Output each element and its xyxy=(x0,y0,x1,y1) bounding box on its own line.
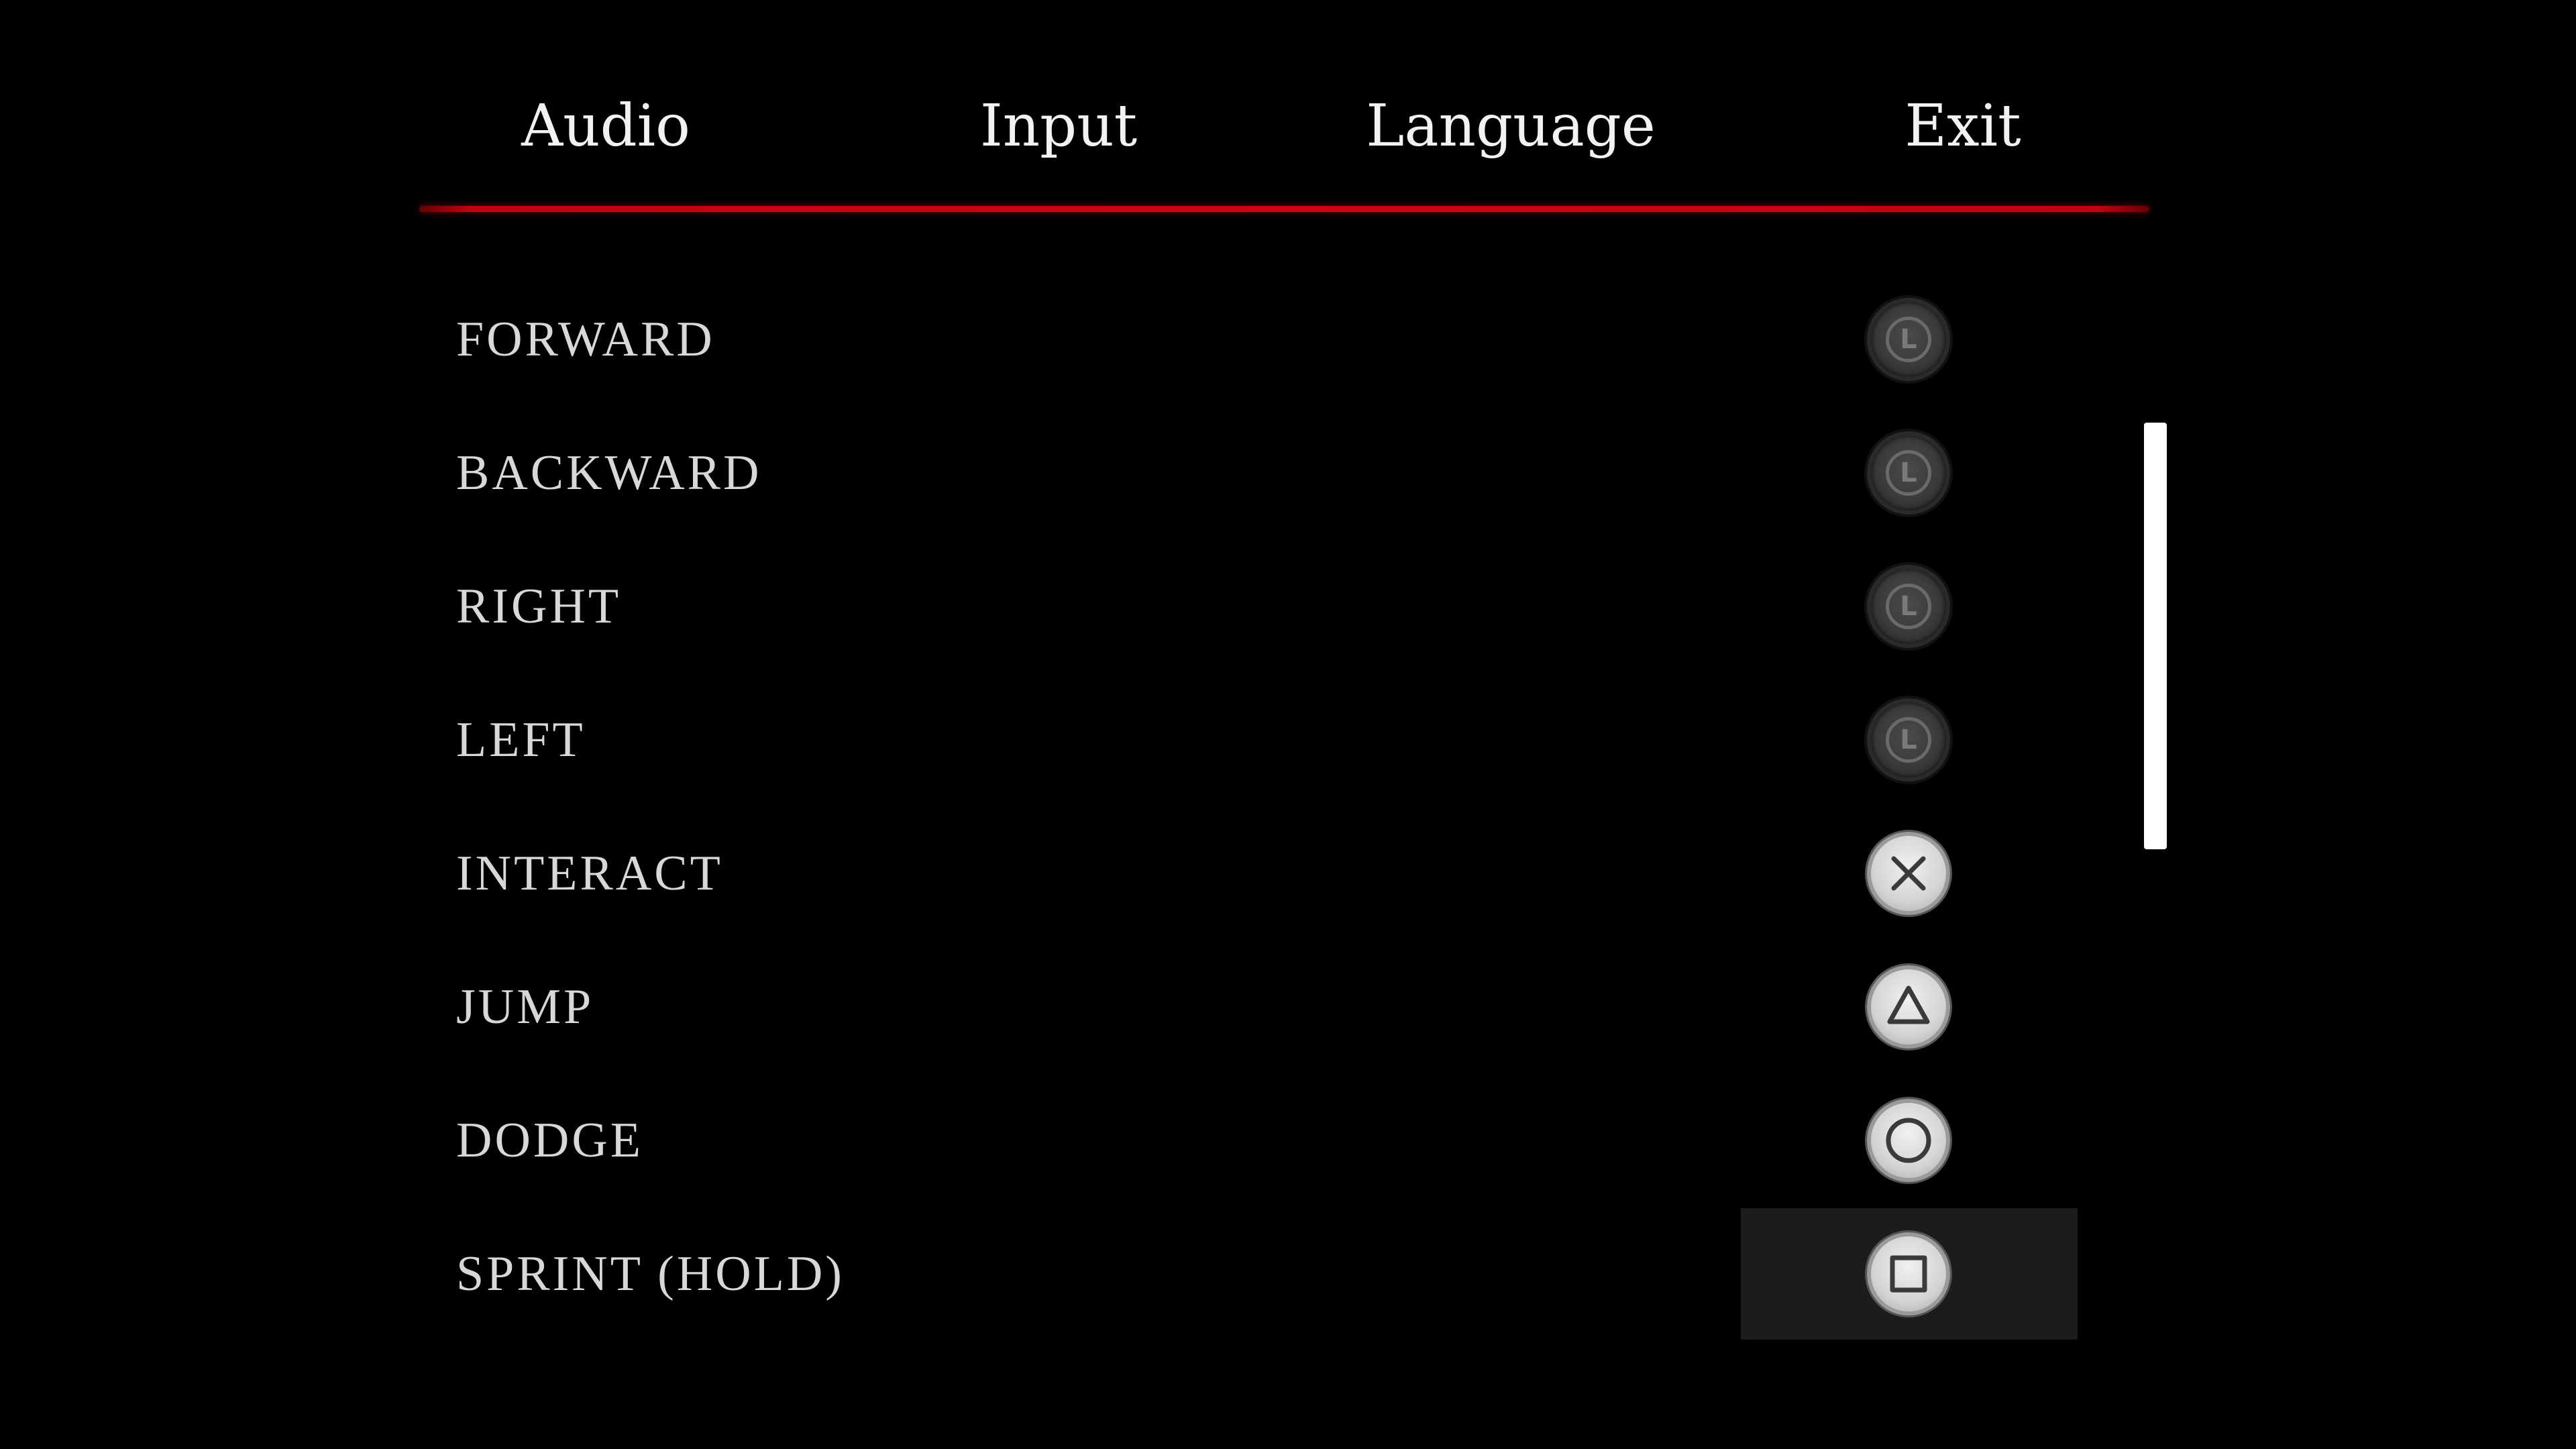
binding-button-cell[interactable] xyxy=(1741,1075,2078,1206)
binding-button-cell-selected[interactable] xyxy=(1741,1208,2078,1340)
triangle-button-icon xyxy=(1867,965,1950,1049)
cross-glyph xyxy=(1891,856,1926,891)
binding-row-right[interactable]: RIGHT L xyxy=(456,553,2133,660)
binding-row-dodge[interactable]: DODGE xyxy=(456,1087,2133,1194)
binding-button-cell[interactable]: L xyxy=(1741,274,2078,405)
square-button-icon xyxy=(1867,1232,1950,1316)
triangle-glyph xyxy=(1887,985,1930,1024)
scrollbar[interactable] xyxy=(2144,423,2167,849)
stick-glyph: L xyxy=(1886,317,1931,362)
scrollbar-thumb[interactable] xyxy=(2144,423,2167,849)
binding-action-label: DODGE xyxy=(456,1113,643,1168)
left-stick-icon: L xyxy=(1867,565,1950,648)
binding-button-cell[interactable]: L xyxy=(1741,674,2078,806)
left-stick-icon: L xyxy=(1867,698,1950,782)
binding-row-left[interactable]: LEFT L xyxy=(456,686,2133,794)
binding-row-backward[interactable]: BACKWARD L xyxy=(456,419,2133,527)
binding-action-label: BACKWARD xyxy=(456,445,762,500)
binding-row-sprint-hold[interactable]: SPRINT (HOLD) xyxy=(456,1208,2133,1340)
binding-row-jump[interactable]: JUMP xyxy=(456,953,2133,1061)
stick-glyph: L xyxy=(1886,450,1931,496)
binding-button-cell[interactable]: L xyxy=(1741,541,2078,672)
binding-action-label: JUMP xyxy=(456,979,594,1034)
binding-action-label: RIGHT xyxy=(456,579,622,634)
binding-row-interact[interactable]: INTERACT xyxy=(456,820,2133,927)
circle-glyph xyxy=(1886,1118,1931,1163)
binding-action-label: SPRINT (HOLD) xyxy=(456,1246,845,1301)
binding-action-label: FORWARD xyxy=(456,312,715,367)
binding-button-cell[interactable] xyxy=(1741,808,2078,939)
square-glyph xyxy=(1890,1255,1927,1293)
stick-glyph: L xyxy=(1886,584,1931,629)
circle-button-icon xyxy=(1867,1099,1950,1182)
binding-action-label: INTERACT xyxy=(456,846,723,901)
binding-button-cell[interactable] xyxy=(1741,941,2078,1073)
input-bindings-list: FORWARD L BACKWARD L RIGHT L LEFT L INTE… xyxy=(0,0,2576,1449)
cross-button-icon xyxy=(1867,832,1950,915)
binding-button-cell[interactable]: L xyxy=(1741,407,2078,539)
stick-glyph: L xyxy=(1886,717,1931,763)
binding-action-label: LEFT xyxy=(456,712,586,767)
binding-row-forward[interactable]: FORWARD L xyxy=(456,286,2133,393)
left-stick-icon: L xyxy=(1867,431,1950,515)
left-stick-icon: L xyxy=(1867,298,1950,381)
